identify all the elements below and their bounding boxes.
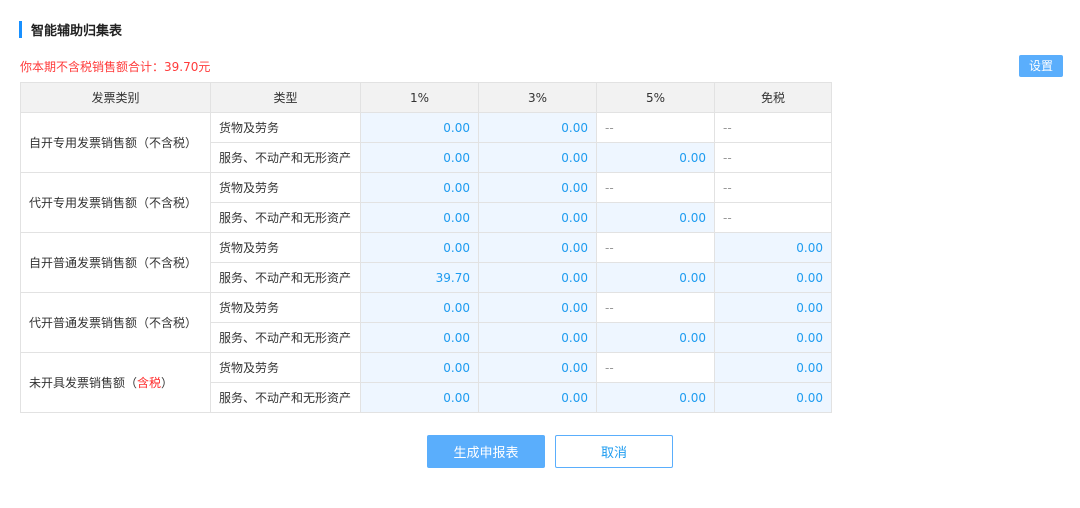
amount-cell-rate-3[interactable]: 0.00 <box>478 172 597 203</box>
header-rate-1: 1% <box>360 82 479 113</box>
table-body: 自开专用发票销售额（不含税） 货物及劳务 0.00 0.00 -- -- 服务、不动产和无形… <box>20 112 832 413</box>
action-bar: 生成申报表 取消 <box>427 435 673 468</box>
type-cell: 服务、不动产和无形资产 <box>210 142 361 173</box>
page-title-bar: 智能辅助归集表 <box>19 20 123 39</box>
type-cell: 服务、不动产和无形资产 <box>210 262 361 293</box>
amount-cell-rate-1[interactable]: 39.70 <box>360 262 479 293</box>
amount-cell-tax-exempt[interactable]: 0.00 <box>714 382 832 413</box>
table-row: 未开具发票销售额（含税） 货物及劳务 0.00 0.00 -- 0.00 <box>20 352 832 413</box>
type-cell: 服务、不动产和无形资产 <box>210 322 361 353</box>
amount-cell-rate-1[interactable]: 0.00 <box>360 202 479 233</box>
not-applicable-cell: -- <box>714 112 832 143</box>
not-applicable-cell: -- <box>596 292 715 323</box>
table-header-row: 发票类别 类型 1% 3% 5% 免税 <box>20 82 832 113</box>
not-applicable-cell: -- <box>714 202 832 233</box>
settings-button[interactable]: 设置 <box>1019 55 1063 77</box>
sales-total-summary: 你本期不含税销售额合计：39.70元 <box>20 60 211 74</box>
type-cell: 服务、不动产和无形资产 <box>210 382 361 413</box>
amount-cell-rate-1[interactable]: 0.00 <box>360 352 479 383</box>
amount-cell-tax-exempt[interactable]: 0.00 <box>714 232 832 263</box>
type-cell: 货物及劳务 <box>210 292 361 323</box>
type-cell: 服务、不动产和无形资产 <box>210 202 361 233</box>
amount-cell-rate-1[interactable]: 0.00 <box>360 322 479 353</box>
category-label-prefix: 未开具发票销售额（ <box>29 376 138 390</box>
type-cell: 货物及劳务 <box>210 352 361 383</box>
not-applicable-cell: -- <box>714 142 832 173</box>
invoice-category-cell: 未开具发票销售额（含税） <box>20 352 211 413</box>
type-cell: 货物及劳务 <box>210 232 361 263</box>
amount-cell-rate-3[interactable]: 0.00 <box>478 292 597 323</box>
header-type: 类型 <box>210 82 361 113</box>
amount-cell-rate-5[interactable]: 0.00 <box>596 382 715 413</box>
amount-cell-rate-1[interactable]: 0.00 <box>360 142 479 173</box>
header-rate-5: 5% <box>596 82 715 113</box>
amount-cell-rate-1[interactable]: 0.00 <box>360 232 479 263</box>
amount-cell-rate-1[interactable]: 0.00 <box>360 112 479 143</box>
page-title: 智能辅助归集表 <box>31 23 123 39</box>
amount-cell-rate-5[interactable]: 0.00 <box>596 142 715 173</box>
amount-cell-tax-exempt[interactable]: 0.00 <box>714 322 832 353</box>
not-applicable-cell: -- <box>714 172 832 203</box>
header-invoice-category: 发票类别 <box>20 82 211 113</box>
cancel-button[interactable]: 取消 <box>555 435 673 468</box>
amount-cell-rate-3[interactable]: 0.00 <box>478 142 597 173</box>
amount-cell-rate-5[interactable]: 0.00 <box>596 202 715 233</box>
amount-cell-rate-3[interactable]: 0.00 <box>478 232 597 263</box>
amount-cell-rate-1[interactable]: 0.00 <box>360 382 479 413</box>
table-row: 自开普通发票销售额（不含税） 货物及劳务 0.00 0.00 -- 0.00 <box>20 232 832 293</box>
table-row: 代开专用发票销售额（不含税） 货物及劳务 0.00 0.00 -- -- <box>20 172 832 233</box>
amount-cell-tax-exempt[interactable]: 0.00 <box>714 352 832 383</box>
not-applicable-cell: -- <box>596 172 715 203</box>
generate-report-button[interactable]: 生成申报表 <box>427 435 545 468</box>
type-cell: 货物及劳务 <box>210 172 361 203</box>
category-label-suffix: ） <box>161 376 174 390</box>
header-tax-exempt: 免税 <box>714 82 832 113</box>
table-row: 自开专用发票销售额（不含税） 货物及劳务 0.00 0.00 -- -- <box>20 112 832 173</box>
amount-cell-rate-3[interactable]: 0.00 <box>478 382 597 413</box>
not-applicable-cell: -- <box>596 352 715 383</box>
amount-cell-tax-exempt[interactable]: 0.00 <box>714 292 832 323</box>
table-row: 代开普通发票销售额（不含税） 货物及劳务 0.00 0.00 -- 0.00 <box>20 292 832 353</box>
invoice-category-cell: 代开普通发票销售额（不含税） <box>20 292 211 353</box>
amount-cell-rate-5[interactable]: 0.00 <box>596 262 715 293</box>
amount-cell-rate-3[interactable]: 0.00 <box>478 262 597 293</box>
header-rate-3: 3% <box>478 82 597 113</box>
amount-cell-rate-1[interactable]: 0.00 <box>360 172 479 203</box>
not-applicable-cell: -- <box>596 112 715 143</box>
amount-cell-rate-3[interactable]: 0.00 <box>478 202 597 233</box>
invoice-category-cell: 自开专用发票销售额（不含税） <box>20 112 211 173</box>
amount-cell-rate-3[interactable]: 0.00 <box>478 352 597 383</box>
amount-cell-rate-3[interactable]: 0.00 <box>478 322 597 353</box>
invoice-category-cell: 代开专用发票销售额（不含税） <box>20 172 211 233</box>
amount-cell-rate-3[interactable]: 0.00 <box>478 112 597 143</box>
not-applicable-cell: -- <box>596 232 715 263</box>
tax-included-highlight: 含税 <box>137 376 162 390</box>
amount-cell-tax-exempt[interactable]: 0.00 <box>714 262 832 293</box>
invoice-summary-table: 发票类别 类型 1% 3% 5% 免税 自开专用发票销售额（不含税） 货物及劳务 0… <box>20 82 832 413</box>
amount-cell-rate-1[interactable]: 0.00 <box>360 292 479 323</box>
invoice-category-cell: 自开普通发票销售额（不含税） <box>20 232 211 293</box>
amount-cell-rate-5[interactable]: 0.00 <box>596 322 715 353</box>
type-cell: 货物及劳务 <box>210 112 361 143</box>
title-accent-bar <box>19 20 22 38</box>
